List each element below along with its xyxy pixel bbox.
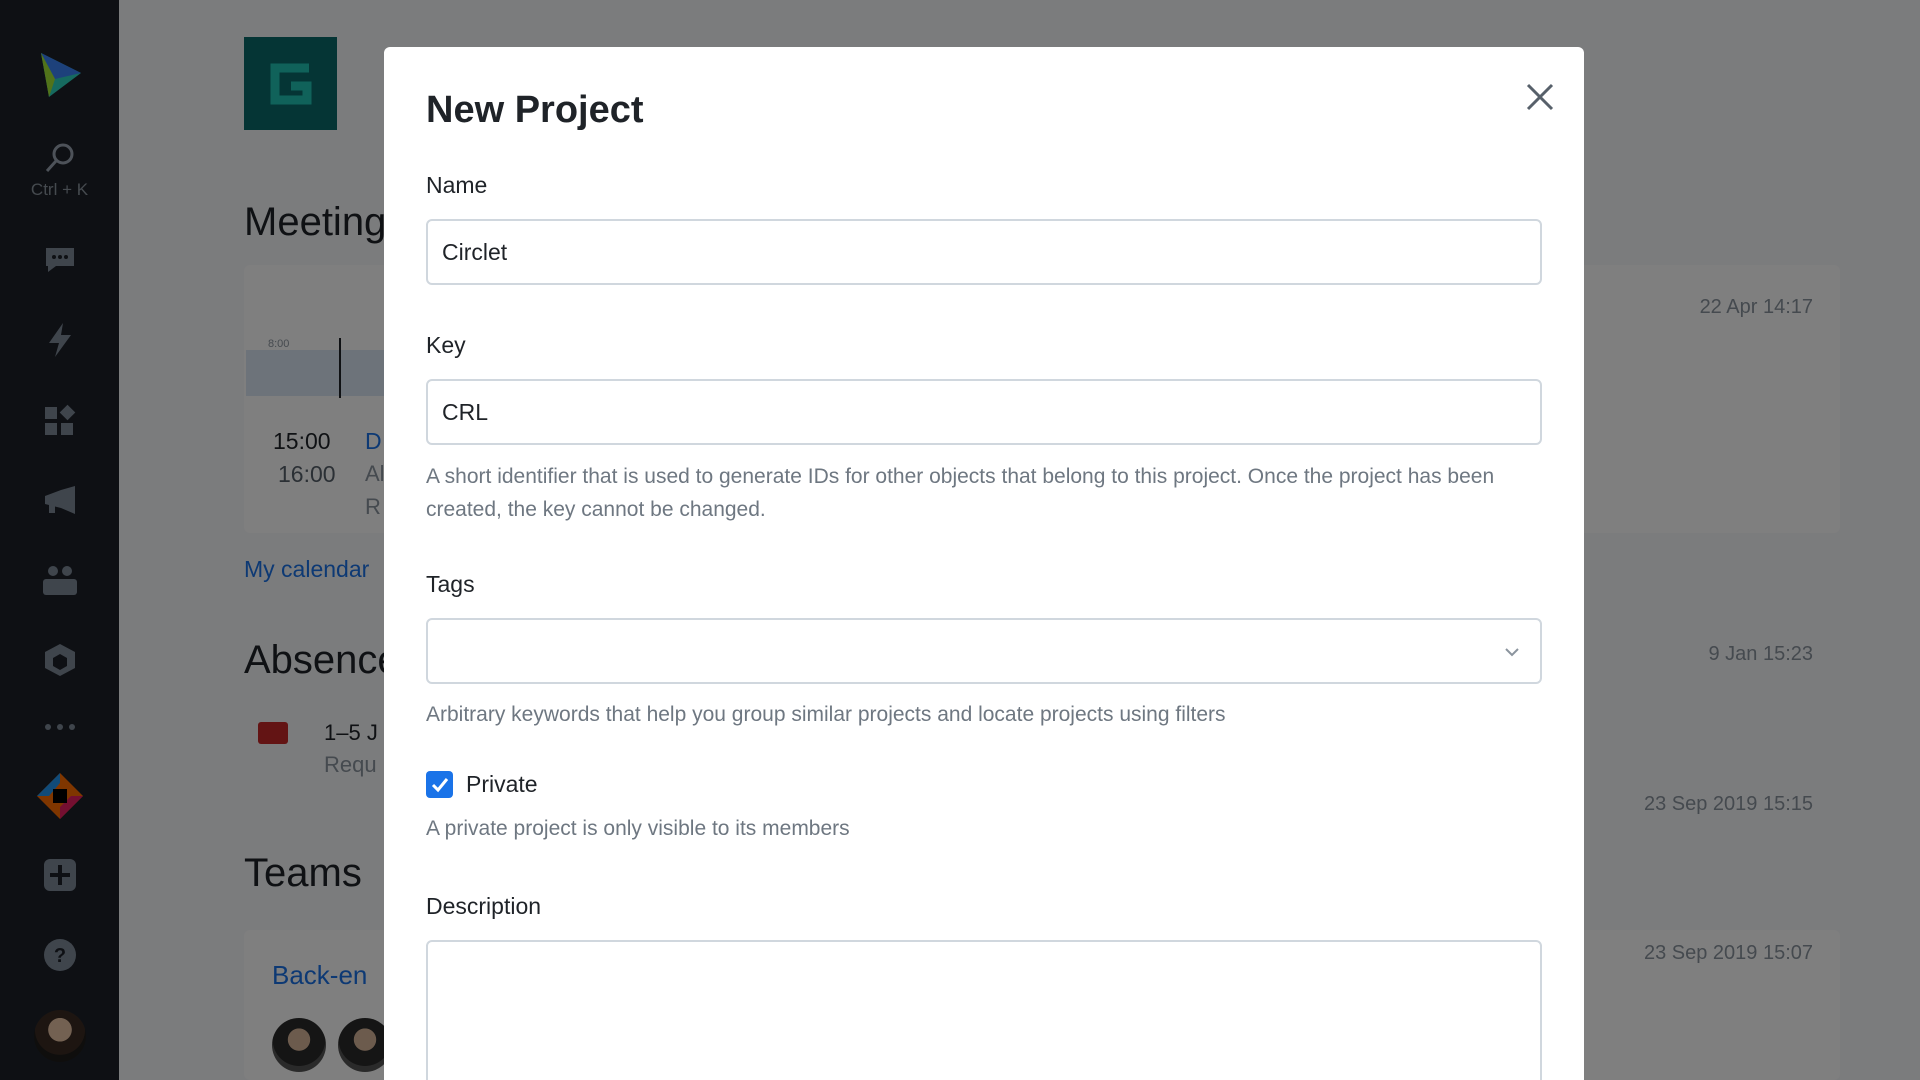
tags-label: Tags [426,571,475,597]
new-project-dialog: New Project Name Circlet Key CRL A short… [384,47,1584,1080]
description-label: Description [426,893,542,919]
name-label: Name [426,172,488,198]
private-label[interactable]: Private [466,771,538,798]
private-checkbox[interactable] [426,771,453,798]
close-button[interactable] [1518,75,1562,119]
checkmark-icon [431,777,448,792]
tags-select[interactable] [426,618,1542,684]
name-input[interactable]: Circlet [426,219,1542,285]
description-textarea[interactable] [426,940,1542,1080]
private-option [408,753,924,866]
dialog-title: New Project [426,89,644,131]
close-icon [1526,83,1554,111]
key-label: Key [426,332,466,358]
private-hint: A private project is only visible to its… [426,817,850,840]
key-hint: A short identifier that is used to gener… [426,465,1495,521]
tags-hint: Arbitrary keywords that help you group s… [426,703,1226,726]
key-input[interactable]: CRL [426,379,1542,445]
chevron-down-icon [1505,648,1519,657]
